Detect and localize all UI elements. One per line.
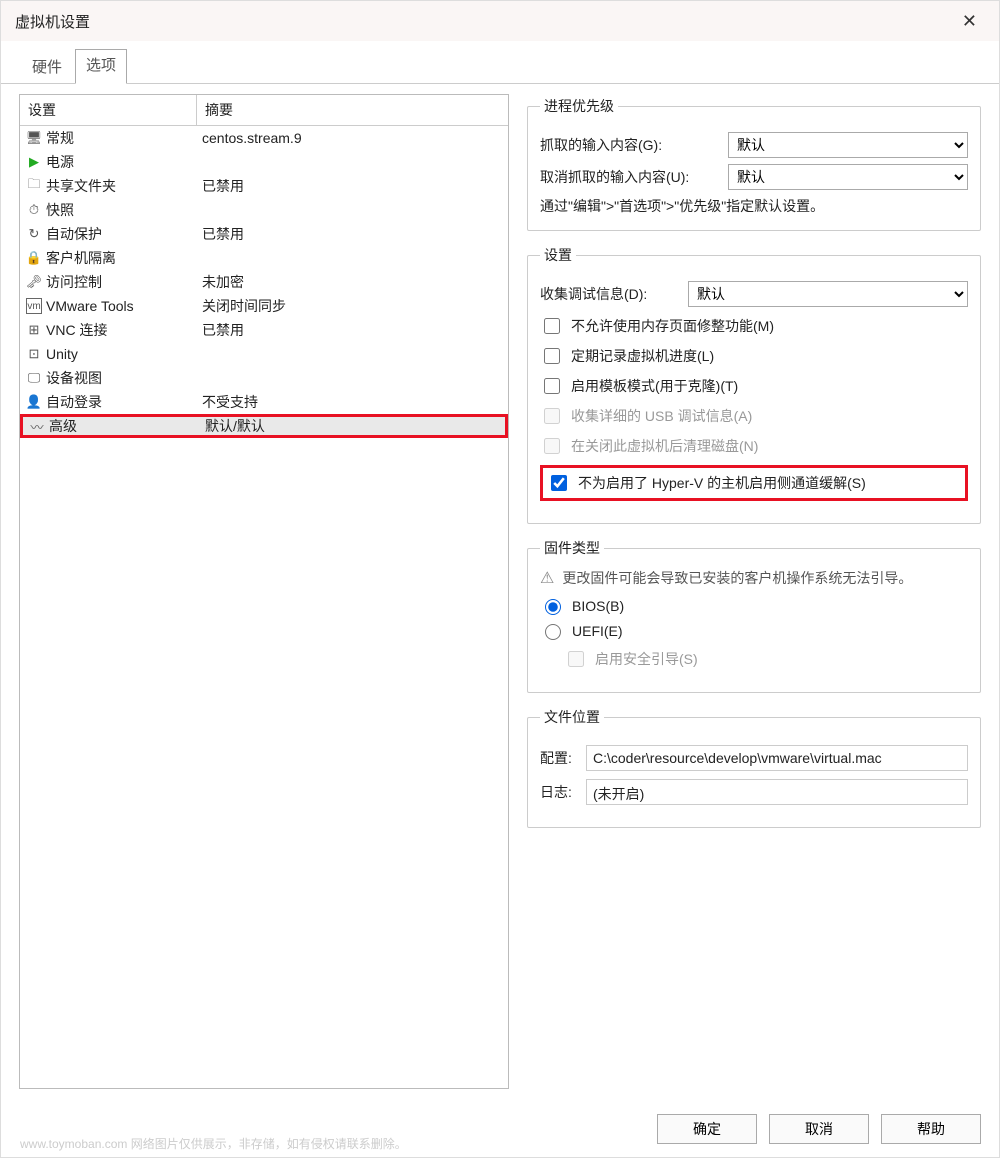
display-icon: 🖵 <box>26 370 42 386</box>
list-item-advanced[interactable]: 〰高级默认/默认 <box>20 414 508 438</box>
tab-options[interactable]: 选项 <box>75 49 127 84</box>
legend-settings: 设置 <box>540 245 576 265</box>
window-title: 虚拟机设置 <box>15 11 954 32</box>
tab-hardware[interactable]: 硬件 <box>19 49 75 84</box>
list-item[interactable]: ⊞VNC 连接已禁用 <box>20 318 508 342</box>
config-path[interactable]: C:\coder\resource\develop\vmware\virtual… <box>586 745 968 771</box>
checkbox-usb <box>544 408 560 424</box>
group-priority: 进程优先级 抓取的输入内容(G): 默认 取消抓取的输入内容(U): 默认 通过… <box>527 96 981 231</box>
radio-bios[interactable] <box>545 599 561 615</box>
monitor-icon: 🖥 <box>26 130 42 146</box>
key-icon: 🗝 <box>26 274 42 290</box>
checkbox-secureboot <box>568 651 584 667</box>
list-item[interactable]: 🗀共享文件夹已禁用 <box>20 174 508 198</box>
header-summary: 摘要 <box>196 95 508 125</box>
tab-row: 硬件 选项 <box>1 49 999 84</box>
user-icon: 👤 <box>26 394 42 410</box>
right-pane: 进程优先级 抓取的输入内容(G): 默认 取消抓取的输入内容(U): 默认 通过… <box>527 94 981 1089</box>
vm-icon: vm <box>26 298 42 314</box>
list-item[interactable]: ▶电源 <box>20 150 508 174</box>
vm-settings-window: 虚拟机设置 ✕ 硬件 选项 设置 摘要 🖥常规centos.stream.9 ▶… <box>0 0 1000 1158</box>
warning-icon: ⚠ <box>540 568 554 588</box>
radio-uefi[interactable] <box>545 624 561 640</box>
list-item[interactable]: 🖵设备视图 <box>20 366 508 390</box>
select-grabbed[interactable]: 默认 <box>728 132 968 158</box>
checkbox-template[interactable] <box>544 378 560 394</box>
legend-priority: 进程优先级 <box>540 96 618 116</box>
firmware-warning: 更改固件可能会导致已安装的客户机操作系统无法引导。 <box>562 568 912 588</box>
list-item[interactable]: vmVMware Tools关闭时间同步 <box>20 294 508 318</box>
dialog-body: 设置 摘要 🖥常规centos.stream.9 ▶电源 🗀共享文件夹已禁用 ⏱… <box>1 83 999 1101</box>
help-button[interactable]: 帮助 <box>881 1114 981 1144</box>
folder-share-icon: 🗀 <box>26 178 42 194</box>
lock-icon: 🔒 <box>26 250 42 266</box>
list-item[interactable]: 🔒客户机隔离 <box>20 246 508 270</box>
log-path[interactable]: (未开启) <box>586 779 968 805</box>
priority-hint: 通过"编辑">"首选项">"优先级"指定默认设置。 <box>540 196 968 216</box>
list-item[interactable]: 🖥常规centos.stream.9 <box>20 126 508 150</box>
label-ungrabbed: 取消抓取的输入内容(U): <box>540 167 720 187</box>
vnc-icon: ⊞ <box>26 322 42 338</box>
list-header: 设置 摘要 <box>20 95 508 126</box>
select-ungrabbed[interactable]: 默认 <box>728 164 968 190</box>
label-grabbed: 抓取的输入内容(G): <box>540 135 720 155</box>
legend-filelocation: 文件位置 <box>540 707 604 727</box>
label-log: 日志: <box>540 782 580 802</box>
titlebar: 虚拟机设置 ✕ <box>1 1 999 41</box>
list-body: 🖥常规centos.stream.9 ▶电源 🗀共享文件夹已禁用 ⏱快照 ↻自动… <box>20 126 508 1088</box>
advanced-icon: 〰 <box>29 418 45 434</box>
list-item[interactable]: ↻自动保护已禁用 <box>20 222 508 246</box>
cancel-button[interactable]: 取消 <box>769 1114 869 1144</box>
header-setting: 设置 <box>20 95 196 125</box>
unity-icon: ⊡ <box>26 346 42 362</box>
select-debug[interactable]: 默认 <box>688 281 968 307</box>
watermark: www.toymoban.com 网络图片仅供展示，非存储，如有侵权请联系删除。 <box>20 1135 407 1152</box>
checkbox-mem[interactable] <box>544 318 560 334</box>
label-config: 配置: <box>540 748 580 768</box>
play-icon: ▶ <box>26 154 42 170</box>
list-item[interactable]: 👤自动登录不受支持 <box>20 390 508 414</box>
list-item[interactable]: ⊡Unity <box>20 342 508 366</box>
checkbox-hyperv[interactable] <box>551 475 567 491</box>
checkbox-log[interactable] <box>544 348 560 364</box>
list-item[interactable]: 🗝访问控制未加密 <box>20 270 508 294</box>
settings-list: 设置 摘要 🖥常规centos.stream.9 ▶电源 🗀共享文件夹已禁用 ⏱… <box>19 94 509 1089</box>
group-firmware: 固件类型 ⚠ 更改固件可能会导致已安装的客户机操作系统无法引导。 BIOS(B)… <box>527 538 981 693</box>
legend-firmware: 固件类型 <box>540 538 604 558</box>
group-settings: 设置 收集调试信息(D): 默认 不允许使用内存页面修整功能(M) 定期记录虚拟… <box>527 245 981 524</box>
snapshot-icon: ⏱ <box>26 202 42 218</box>
checkbox-clean <box>544 438 560 454</box>
ok-button[interactable]: 确定 <box>657 1114 757 1144</box>
list-item[interactable]: ⏱快照 <box>20 198 508 222</box>
close-icon[interactable]: ✕ <box>954 7 985 36</box>
group-filelocation: 文件位置 配置: C:\coder\resource\develop\vmwar… <box>527 707 981 828</box>
clock-icon: ↻ <box>26 226 42 242</box>
label-debug: 收集调试信息(D): <box>540 284 680 304</box>
